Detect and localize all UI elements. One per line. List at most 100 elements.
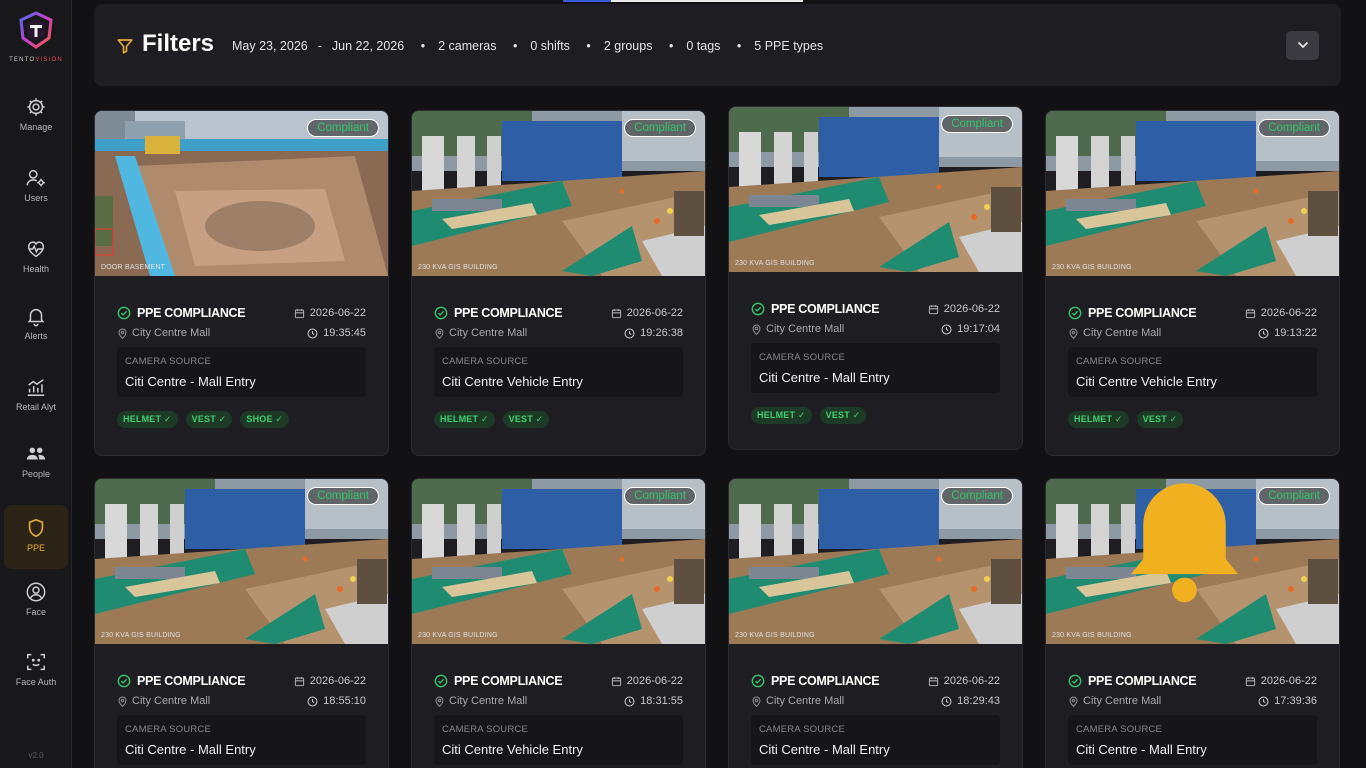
event-date-value: 2026-06-22 [309, 307, 366, 319]
camera-source-box: CAMERA SOURCE Citi Centre - Mall Entry [117, 715, 366, 765]
status-title: PPE COMPLIANCE [1088, 306, 1197, 320]
event-date: 2026-06-22 [611, 307, 683, 319]
calendar-icon [294, 308, 304, 318]
status-title: PPE COMPLIANCE [137, 674, 246, 688]
sidebar-item-people[interactable]: People [4, 431, 68, 495]
filter-groups[interactable]: 2 groups [604, 39, 653, 53]
camera-source-box: CAMERA SOURCE Citi Centre - Mall Entry [1068, 715, 1317, 765]
camera-source-name: Citi Centre - Mall Entry [759, 742, 890, 757]
event-time-value: 19:17:04 [957, 323, 1000, 335]
ppe-tag: HELMET ✓ [117, 411, 178, 428]
camera-snapshot[interactable]: Compliant DOOR BASEMENT [95, 111, 388, 276]
ppe-tag: HELMET ✓ [751, 407, 812, 424]
clock-icon [624, 328, 635, 338]
compliance-badge: Compliant [307, 487, 379, 505]
sidebar-item-ppe[interactable]: PPE [4, 505, 68, 569]
ppe-event-card[interactable]: Compliant 230 KVA GIS BUILDING PPE COMPL… [94, 478, 389, 768]
event-location-value: City Centre Mall [449, 695, 528, 707]
logo-icon [19, 11, 53, 49]
clock-icon [307, 696, 318, 706]
alert-bell-icon[interactable] [1046, 479, 1331, 614]
ppe-event-card[interactable]: Compliant DOOR BASEMENT PPE COMPLIANCE 2… [94, 110, 389, 456]
camera-source-caption: CAMERA SOURCE [442, 724, 529, 735]
camera-source-box: CAMERA SOURCE Citi Centre - Mall Entry [117, 347, 366, 397]
filter-ppe-types[interactable]: 5 PPE types [754, 39, 823, 53]
camera-source-name: Citi Centre Vehicle Entry [1076, 374, 1217, 389]
compliance-badge: Compliant [624, 119, 696, 137]
ppe-event-card[interactable]: Compliant 230 KVA GIS BUILDING PPE COMPL… [411, 110, 706, 456]
camera-source-box: CAMERA SOURCE Citi Centre Vehicle Entry [1068, 347, 1317, 397]
camera-snapshot[interactable]: Compliant 230 KVA GIS BUILDING [729, 107, 1022, 272]
bell-icon [27, 308, 45, 327]
sidebar-item-health[interactable]: Health [4, 226, 68, 290]
camera-snapshot[interactable]: Compliant 230 KVA GIS BUILDING [412, 479, 705, 644]
event-time-value: 19:13:22 [1274, 327, 1317, 339]
clock-icon [1258, 696, 1269, 706]
map-pin-icon [1069, 696, 1078, 707]
camera-source-caption: CAMERA SOURCE [125, 724, 212, 735]
sidebar-item-face-auth[interactable]: Face Auth [4, 639, 68, 703]
event-time-value: 17:39:36 [1274, 695, 1317, 707]
filter-icon [117, 39, 133, 54]
sidebar-item-label: Users [24, 193, 48, 203]
event-location-value: City Centre Mall [766, 323, 845, 335]
chevron-down-icon [1297, 41, 1308, 49]
camera-source-caption: CAMERA SOURCE [1076, 356, 1163, 367]
event-location: City Centre Mall [751, 323, 844, 335]
ppe-event-card[interactable]: Compliant 230 KVA GIS BUILDING PPE COMPL… [1045, 110, 1340, 456]
camera-snapshot[interactable]: Compliant 230 KVA GIS BUILDING [412, 111, 705, 276]
expand-filters-button[interactable] [1286, 31, 1319, 60]
sidebar-item-alerts[interactable]: Alerts [4, 293, 68, 357]
event-date-value: 2026-06-22 [943, 303, 1000, 315]
sidebar-item-manage[interactable]: Manage [4, 84, 68, 148]
sidebar-item-users[interactable]: Users [4, 155, 68, 219]
event-date-value: 2026-06-22 [309, 675, 366, 687]
camera-snapshot[interactable]: Compliant 230 KVA GIS BUILDING [95, 479, 388, 644]
camera-source-box: CAMERA SOURCE Citi Centre - Mall Entry [751, 343, 1000, 393]
check-circle-icon [117, 674, 131, 688]
camera-overlay-text: 230 KVA GIS BUILDING [1052, 264, 1132, 271]
event-time: 18:55:10 [307, 695, 366, 707]
status-title: PPE COMPLIANCE [454, 306, 563, 320]
app-version: v2.0 [28, 751, 44, 760]
ppe-tag: VEST ✓ [502, 411, 550, 428]
camera-snapshot[interactable]: Compliant 230 KVA GIS BUILDING [1046, 111, 1339, 276]
compliance-badge: Compliant [941, 115, 1013, 133]
sidebar-item-retail-analytics[interactable]: Retail Alyt [4, 364, 68, 428]
ppe-tag: VEST ✓ [1136, 411, 1184, 428]
calendar-icon [928, 304, 938, 314]
ppe-tag: VEST ✓ [819, 407, 867, 424]
clock-icon [1258, 328, 1269, 338]
ppe-event-card[interactable]: Compliant 230 KVA GIS BUILDING PPE COMPL… [728, 478, 1023, 768]
calendar-icon [1245, 308, 1255, 318]
filter-date-start[interactable]: May 23, 2026 [232, 39, 308, 53]
heart-pulse-icon [27, 241, 45, 258]
ppe-tag: HELMET ✓ [1068, 411, 1129, 428]
sidebar-item-face[interactable]: Face [4, 569, 68, 633]
camera-overlay-text: 230 KVA GIS BUILDING [1052, 632, 1132, 639]
camera-source-name: Citi Centre - Mall Entry [125, 374, 256, 389]
camera-snapshot[interactable]: Compliant 230 KVA GIS BUILDING [1046, 479, 1339, 644]
event-date: 2026-06-22 [1245, 307, 1317, 319]
filter-tags[interactable]: 0 tags [686, 39, 720, 53]
ppe-event-card[interactable]: Compliant 230 KVA GIS BUILDING PPE COMPL… [411, 478, 706, 768]
calendar-icon [611, 676, 621, 686]
clock-icon [941, 696, 952, 706]
status-row: PPE COMPLIANCE [751, 302, 880, 316]
ppe-event-card[interactable]: Compliant 230 KVA GIS BUILDING PPE COMPL… [728, 106, 1023, 450]
camera-overlay-text: 230 KVA GIS BUILDING [418, 264, 498, 271]
map-pin-icon [752, 696, 761, 707]
status-title: PPE COMPLIANCE [454, 674, 563, 688]
filter-cameras[interactable]: 2 cameras [438, 39, 496, 53]
event-time: 19:35:45 [307, 327, 366, 339]
filter-shifts[interactable]: 0 shifts [530, 39, 570, 53]
sidebar-item-label: People [21, 469, 51, 479]
filter-date-end[interactable]: Jun 22, 2026 [332, 39, 404, 53]
calendar-icon [611, 308, 621, 318]
sidebar-item-label: Health [22, 264, 49, 274]
event-location-value: City Centre Mall [132, 327, 211, 339]
camera-snapshot[interactable]: Compliant 230 KVA GIS BUILDING [729, 479, 1022, 644]
brand-logo[interactable]: TENTOVISION [0, 10, 72, 66]
status-row: PPE COMPLIANCE [1068, 306, 1197, 320]
ppe-event-card[interactable]: Compliant 230 KVA GIS BUILDING PPE COMPL… [1045, 478, 1340, 768]
